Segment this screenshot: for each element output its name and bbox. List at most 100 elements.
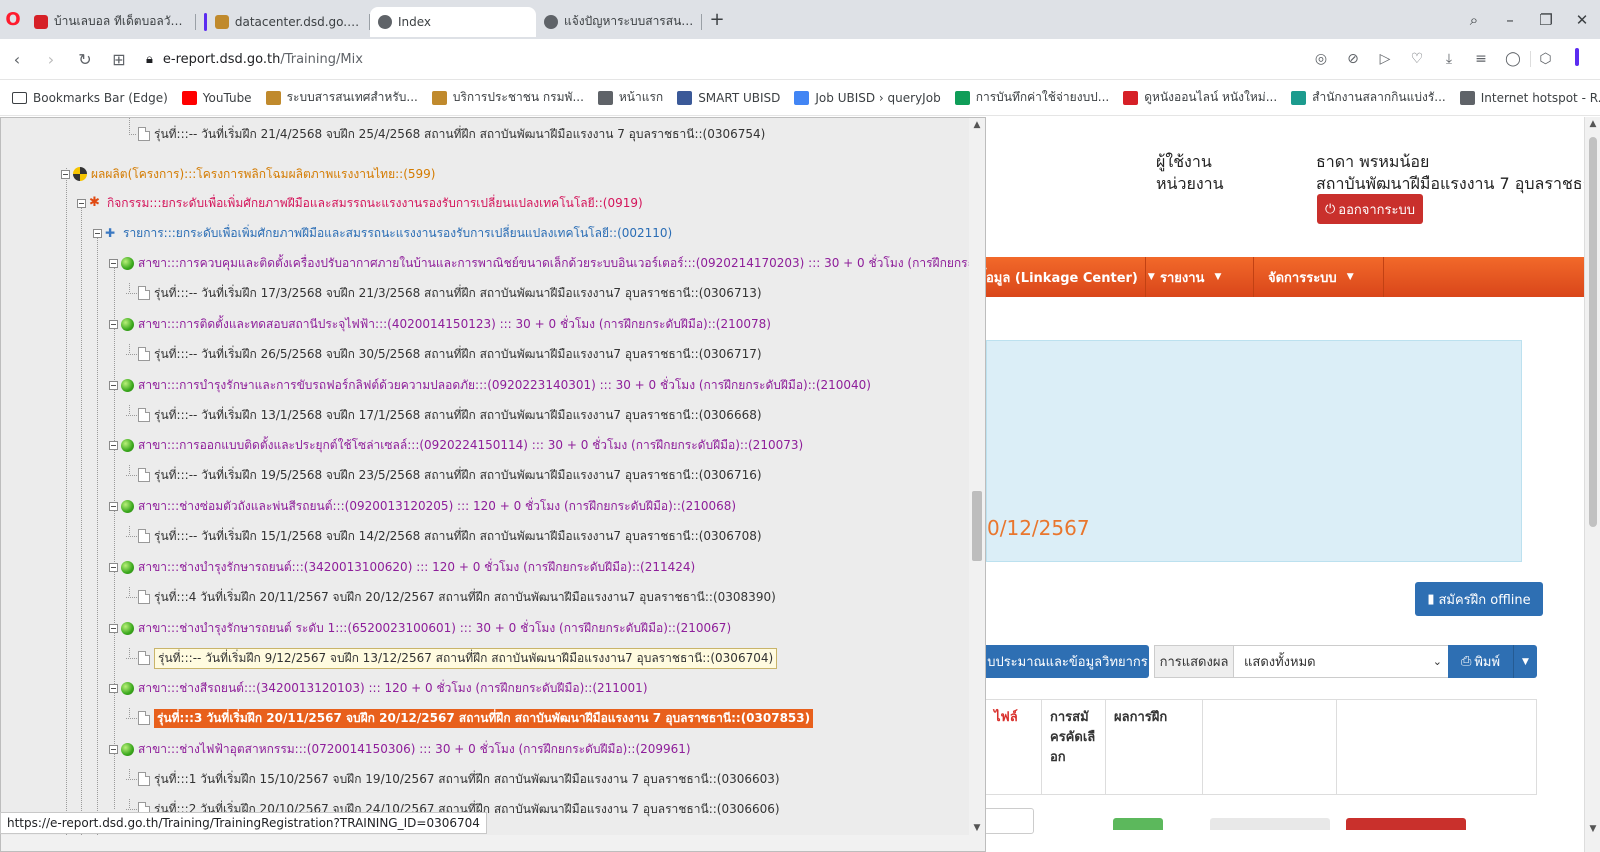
collapse-toggle-icon[interactable] [109, 380, 118, 390]
new-tab-button[interactable]: + [702, 5, 732, 35]
budget-lecturer-button[interactable]: บประมาณและข้อมูลวิทยากร [986, 645, 1149, 678]
collapse-toggle-icon[interactable] [93, 228, 102, 238]
collapse-toggle-icon[interactable] [109, 440, 118, 450]
tree-node-class[interactable]: รุ่นที่:::-- วันที่เริ่มฝึก 21/4/2568 จบ… [138, 123, 765, 145]
class-label[interactable]: รุ่นที่:::4 วันที่เริ่มฝึก 20/11/2567 จบ… [154, 588, 776, 607]
page-scroll-down-icon[interactable]: ▼ [1585, 824, 1600, 834]
profile-icon[interactable]: ◯ [1498, 51, 1528, 67]
browser-tab[interactable]: Index [370, 6, 536, 37]
heart-icon[interactable]: ♡ [1402, 51, 1432, 67]
bookmark-item[interactable]: SMART UBISD [677, 90, 780, 105]
bookmark-item[interactable]: สำนักงานสลากกินแบ่งรั... [1291, 88, 1446, 107]
tree-node-class[interactable]: รุ่นที่:::-- วันที่เริ่มฝึก 13/1/2568 จบ… [138, 404, 762, 426]
page-vertical-scrollbar[interactable]: ▲ ▼ [1584, 117, 1600, 852]
browser-tab[interactable]: บ้านเลบอล ทีเด็ตบอลวันนี้ 7m [26, 7, 196, 37]
class-label[interactable]: รุ่นที่:::-- วันที่เริ่มฝึก 19/5/2568 จบ… [154, 466, 762, 485]
minimize-button[interactable]: – [1492, 11, 1528, 29]
browser-tab[interactable]: แจ้งปัญหาระบบสารสนเทศ กรม [536, 7, 702, 37]
bookmark-item[interactable]: หน้าแรก [597, 88, 663, 107]
send-icon[interactable]: ▷ [1370, 51, 1400, 67]
print-dropdown-button[interactable]: ▼ [1514, 645, 1537, 678]
class-label[interactable]: รุ่นที่:::-- วันที่เริ่มฝึก 9/12/2567 จบ… [154, 647, 778, 669]
nav-item[interactable]: จัดการระบบ ▼ [1254, 257, 1384, 297]
search-tabs-icon[interactable]: ⌕ [1456, 11, 1492, 29]
url-field[interactable]: 🔒︎ e-report.dsd.go.th/Training/Mix [146, 52, 363, 67]
bookmark-item[interactable]: ระบบสารสนเทศสำหรับ... [265, 88, 418, 107]
url-path: /Training/Mix [280, 51, 363, 67]
tree-node-branch[interactable]: สาขา:::ช่างไฟฟ้าอุตสาหกรรม:::(0720014150… [109, 738, 691, 760]
collapse-toggle-icon[interactable] [109, 319, 118, 329]
tree-node-branch[interactable]: สาขา:::การติดตั้งและทดสอบสถานีประจุไฟฟ้า… [109, 313, 771, 335]
restore-button[interactable]: ❐ [1528, 11, 1564, 29]
scroll-up-icon[interactable]: ▲ [969, 120, 985, 130]
row-input[interactable] [986, 808, 1034, 834]
class-label[interactable]: รุ่นที่:::-- วันที่เริ่มฝึก 26/5/2568 จบ… [154, 345, 762, 364]
extensions-icon[interactable]: ⬡ [1530, 51, 1560, 67]
tree-node-class[interactable]: รุ่นที่:::-- วันที่เริ่มฝึก 9/12/2567 จบ… [138, 647, 778, 669]
tree-node-class[interactable]: รุ่นที่:::-- วันที่เริ่มฝึก 26/5/2568 จบ… [138, 343, 762, 365]
display-select[interactable]: แสดงทั้งหมด ⌄ [1233, 645, 1449, 678]
browser-tab[interactable]: datacenter.dsd.go.th | [196, 7, 370, 37]
collapse-toggle-icon[interactable] [109, 501, 118, 511]
nav-item[interactable]: รายงาน ▼ [1146, 257, 1254, 297]
tree-node-class[interactable]: รุ่นที่:::3 วันที่เริ่มฝึก 20/11/2567 จบ… [138, 707, 814, 729]
reload-button[interactable]: ↻ [68, 50, 102, 69]
class-label[interactable]: รุ่นที่:::3 วันที่เริ่มฝึก 20/11/2567 จบ… [154, 708, 814, 728]
collapse-toggle-icon[interactable] [109, 744, 118, 754]
result-button[interactable] [1113, 818, 1163, 830]
class-label[interactable]: รุ่นที่:::-- วันที่เริ่มฝึก 17/3/2568 จบ… [154, 284, 762, 303]
adblock-icon[interactable]: ⊘ [1338, 51, 1368, 67]
bookmark-item[interactable]: การบันทึกค่าใช้จ่ายงบป... [954, 88, 1109, 107]
register-offline-button[interactable]: ▮ สมัครฝึก offline [1415, 582, 1543, 616]
class-label[interactable]: รุ่นที่:::-- วันที่เริ่มฝึก 15/1/2568 จบ… [154, 527, 762, 546]
tree-node-branch[interactable]: สาขา:::การควบคุมและติดตั้งเครื่องปรับอาก… [109, 252, 985, 274]
collapse-toggle-icon[interactable] [61, 169, 70, 179]
collapse-toggle-icon[interactable] [77, 198, 86, 208]
tree-vertical-scrollbar[interactable]: ▲ ▼ [969, 118, 985, 851]
class-label[interactable]: รุ่นที่:::1 วันที่เริ่มฝึก 15/10/2567 จบ… [154, 770, 780, 789]
page-scroll-up-icon[interactable]: ▲ [1585, 119, 1600, 129]
close-window-button[interactable]: ✕ [1564, 11, 1600, 29]
bookmark-item[interactable]: Internet hotspot - R... [1459, 90, 1600, 105]
tree-node-class[interactable]: รุ่นที่:::-- วันที่เริ่มฝึก 19/5/2568 จบ… [138, 464, 762, 486]
page-scroll-thumb[interactable] [1589, 137, 1597, 527]
class-label[interactable]: รุ่นที่:::-- วันที่เริ่มฝึก 13/1/2568 จบ… [154, 406, 762, 425]
opera-logo-icon[interactable]: O [0, 0, 26, 39]
tree-node-list[interactable]: ✚ รายการ:::ยกระดับเพื่อเพิ่มศักยภาพฝีมือแ… [93, 222, 672, 244]
tree-node-class[interactable]: รุ่นที่:::4 วันที่เริ่มฝึก 20/11/2567 จบ… [138, 586, 776, 608]
tree-node-branch[interactable]: สาขา:::ช่างบำรุงรักษารถยนต์ ระดับ 1:::(6… [109, 617, 731, 639]
bookmark-item[interactable]: Job UBISD › queryJob [794, 90, 941, 105]
camera-icon[interactable]: ◎ [1306, 51, 1336, 67]
scroll-down-icon[interactable]: ▼ [969, 823, 985, 833]
forward-button[interactable]: › [34, 50, 68, 69]
bookmark-item[interactable]: Bookmarks Bar (Edge) [12, 91, 168, 105]
tree-node-class[interactable]: รุ่นที่:::-- วันที่เริ่มฝึก 17/3/2568 จบ… [138, 282, 762, 304]
tree-node-activity[interactable]: ✱ กิจกรรม:::ยกระดับเพื่อเพิ่มศักยภาพฝีมือ… [77, 192, 643, 214]
delete-button[interactable] [1346, 818, 1466, 830]
tree-horizontal-scrollbar[interactable] [1, 835, 971, 851]
tree-node-class[interactable]: รุ่นที่:::-- วันที่เริ่มฝึก 15/1/2568 จบ… [138, 525, 762, 547]
tab-grid-icon[interactable]: ⊞ [102, 50, 136, 69]
collapse-toggle-icon[interactable] [109, 562, 118, 572]
print-button[interactable]: ⎙ พิมพ์ [1448, 645, 1514, 678]
nav-item[interactable]: ้อมูล (Linkage Center) ▼ [986, 257, 1155, 297]
tree-scroll-thumb[interactable] [972, 491, 982, 561]
tree-node-branch[interactable]: สาขา:::ช่างสีรถยนต์:::(3420013120103) ::… [109, 677, 648, 699]
bookmark-item[interactable]: บริการประชาชน กรมพั... [431, 88, 584, 107]
bookmark-item[interactable]: ดูหนังออนไลน์ หนังใหม่... [1123, 88, 1277, 107]
bookmark-item[interactable]: YouTube [181, 90, 252, 105]
tree-node-branch[interactable]: สาขา:::การออกแบบติดตั้งและประยุกต์ใช้โซล… [109, 434, 803, 456]
action-button[interactable] [1210, 818, 1330, 830]
collapse-toggle-icon[interactable] [109, 258, 118, 268]
tree-node-branch[interactable]: สาขา:::การบำรุงรักษาและการขับรถฟอร์กลิฟต… [109, 374, 871, 396]
tree-node-branch[interactable]: สาขา:::ช่างซ่อมตัวถังและพ่นสีรถยนต์:::(0… [109, 495, 736, 517]
collapse-toggle-icon[interactable] [109, 623, 118, 633]
download-icon[interactable]: ⤓ [1434, 51, 1464, 67]
back-button[interactable]: ‹ [0, 50, 34, 69]
tree-node-product[interactable]: ผลผลิต(โครงการ):::โครงการพลิกโฉมผลิตภาพแ… [61, 163, 435, 185]
logout-button[interactable]: ⏻ ออกจากระบบ [1317, 194, 1423, 224]
tree-node-class[interactable]: รุ่นที่:::1 วันที่เริ่มฝึก 15/10/2567 จบ… [138, 768, 780, 790]
tree-node-branch[interactable]: สาขา:::ช่างบำรุงรักษารถยนต์:::(342001310… [109, 556, 695, 578]
easy-setup-icon[interactable]: ≡ [1466, 51, 1496, 67]
collapse-toggle-icon[interactable] [109, 683, 118, 693]
